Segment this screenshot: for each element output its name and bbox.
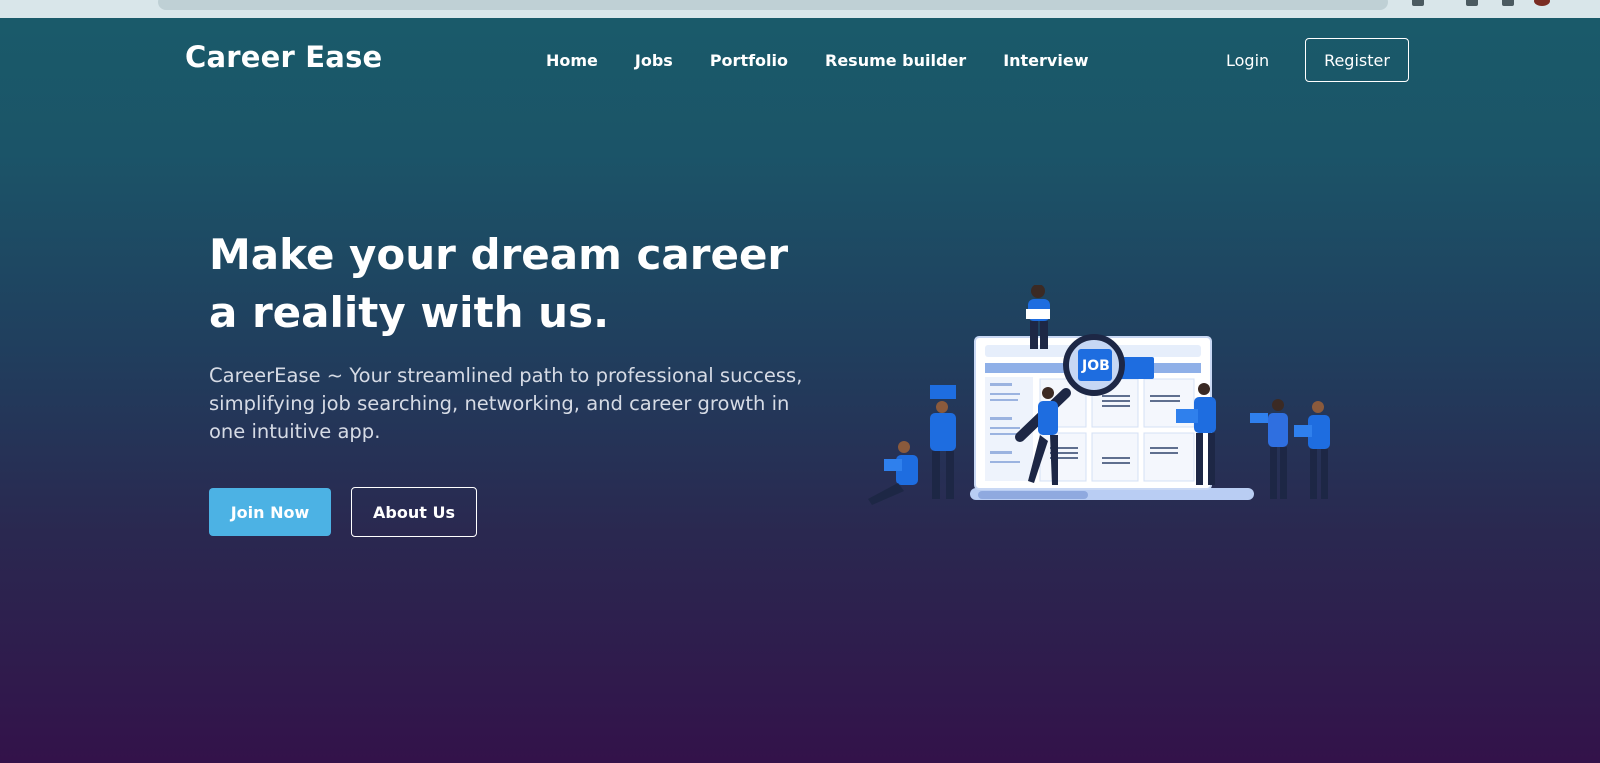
join-now-button[interactable]: Join Now (209, 488, 331, 536)
about-us-button[interactable]: About Us (351, 487, 477, 537)
address-bar[interactable] (158, 0, 1388, 10)
hero-title: Make your dream career a reality with us… (209, 230, 789, 337)
hero-subtitle: CareerEase ~ Your streamlined path to pr… (209, 364, 803, 443)
extension-icon[interactable] (1466, 0, 1478, 6)
navbar: Career Ease Home Jobs Portfolio Resume b… (0, 18, 1600, 104)
extension-icon[interactable] (1412, 0, 1424, 6)
nav-links: Home Jobs Portfolio Resume builder Inter… (546, 51, 1125, 70)
login-link[interactable]: Login (1226, 51, 1269, 70)
extension-icon[interactable] (1502, 0, 1514, 6)
nav-link-interview[interactable]: Interview (1003, 51, 1088, 70)
job-search-illustration: JOB (868, 285, 1330, 505)
nav-link-resume-builder[interactable]: Resume builder (825, 51, 966, 70)
job-badge-label: JOB (1081, 358, 1110, 374)
brand-logo[interactable]: Career Ease (185, 40, 382, 74)
nav-link-portfolio[interactable]: Portfolio (710, 51, 788, 70)
nav-link-home[interactable]: Home (546, 51, 598, 70)
browser-toolbar (0, 0, 1600, 18)
register-button[interactable]: Register (1305, 38, 1409, 82)
nav-link-jobs[interactable]: Jobs (635, 51, 673, 70)
profile-avatar[interactable] (1534, 0, 1550, 6)
